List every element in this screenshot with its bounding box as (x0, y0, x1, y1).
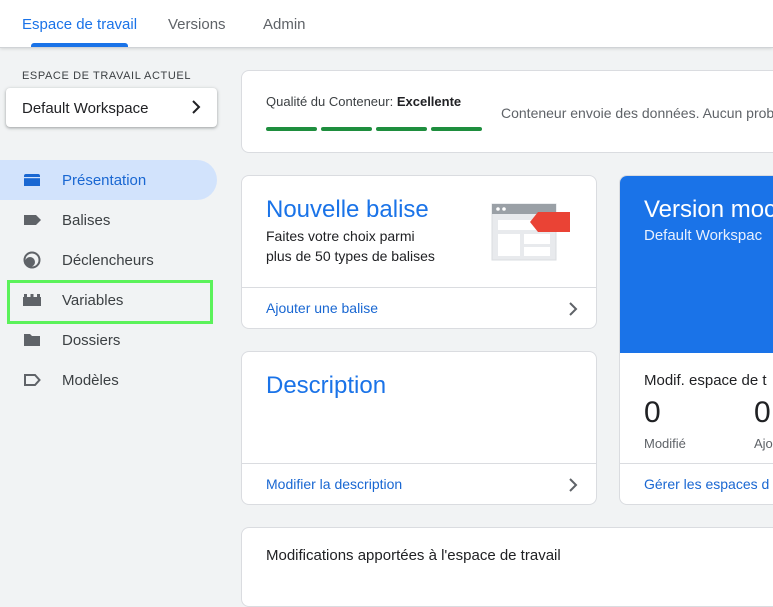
quality-bar (431, 127, 482, 131)
quality-bar (321, 127, 372, 131)
card-divider (242, 463, 596, 464)
modified-count: 0 (644, 396, 661, 429)
quality-value: Excellente (396, 94, 462, 109)
workspace-name: Default Workspace (22, 100, 149, 117)
sidebar-item-label: Présentation (62, 172, 147, 189)
workspace-changes-heading: Modifications apportées à l'espace de tr… (266, 547, 561, 564)
chevron-right-icon[interactable] (568, 478, 578, 492)
description-title: Description (266, 372, 387, 399)
quality-label: Qualité du Conteneur: (266, 94, 394, 109)
version-header: Version moc Default Workspac (620, 176, 773, 353)
add-tag-link[interactable]: Ajouter une balise (266, 300, 378, 316)
tab-workspace[interactable]: Espace de travail (22, 16, 137, 33)
sidebar-item-tags[interactable]: Balises (0, 200, 217, 240)
trigger-icon (23, 251, 41, 269)
quality-bar (376, 127, 427, 131)
sidebar-item-label: Modèles (62, 372, 119, 389)
chevron-right-icon[interactable] (568, 302, 578, 316)
active-tab-indicator (31, 43, 128, 47)
sidebar-item-variables[interactable]: Variables (0, 280, 217, 320)
sidebar-item-label: Dossiers (62, 332, 121, 349)
chevron-right-icon (192, 100, 201, 114)
quality-bar (266, 127, 317, 131)
workspace-changes-card: Modifications apportées à l'espace de tr… (241, 527, 773, 607)
overview-icon (24, 174, 40, 186)
new-tag-subtitle-1: Faites votre choix parmi (266, 228, 415, 244)
sidebar-item-templates[interactable]: Modèles (0, 360, 217, 400)
sidebar-item-triggers[interactable]: Déclencheurs (0, 240, 217, 280)
sidebar-item-label: Déclencheurs (62, 252, 154, 269)
quality-title: Qualité du Conteneur: Excellente (266, 94, 461, 109)
workspace-selector[interactable]: Default Workspace (6, 88, 217, 127)
template-icon (24, 374, 41, 386)
sidebar-item-label: Variables (62, 292, 124, 309)
quality-description: Conteneur envoie des données. Aucun prob (501, 105, 773, 121)
tab-versions[interactable]: Versions (168, 16, 226, 33)
new-tag-title[interactable]: Nouvelle balise (266, 196, 429, 224)
modified-label: Modifié (644, 436, 686, 451)
new-tag-card: Nouvelle balise Faites votre choix parmi… (241, 175, 597, 329)
sidebar-item-label: Balises (62, 212, 111, 229)
card-divider (620, 463, 773, 464)
tag-icon (24, 215, 41, 225)
version-title: Version moc (644, 196, 773, 223)
folder-icon (24, 334, 40, 346)
workspace-changes-title: Modif. espace de t (644, 372, 767, 389)
container-quality-card: Qualité du Conteneur: Excellente Contene… (241, 70, 773, 153)
top-navigation: Espace de travail Versions Admin (0, 0, 773, 48)
added-label: Ajo (754, 436, 773, 451)
variables-icon (23, 294, 41, 306)
sidebar-item-overview[interactable]: Présentation (0, 160, 217, 200)
new-tag-subtitle-2: plus de 50 types de balises (266, 248, 435, 264)
workspace-label: ESPACE DE TRAVAIL ACTUEL (22, 70, 192, 82)
tab-admin[interactable]: Admin (263, 16, 306, 33)
sidebar-item-folders[interactable]: Dossiers (0, 320, 217, 360)
quality-bars (266, 118, 486, 136)
description-card: Description Modifier la description (241, 351, 597, 505)
workspace-version-card: Version moc Default Workspac Modif. espa… (619, 175, 773, 505)
edit-description-link[interactable]: Modifier la description (266, 476, 402, 492)
card-divider (242, 287, 596, 288)
version-subtitle: Default Workspac (644, 227, 763, 244)
manage-workspaces-link[interactable]: Gérer les espaces d (644, 476, 769, 492)
added-count: 0 (754, 396, 771, 429)
tag-illustration-icon (491, 203, 570, 261)
